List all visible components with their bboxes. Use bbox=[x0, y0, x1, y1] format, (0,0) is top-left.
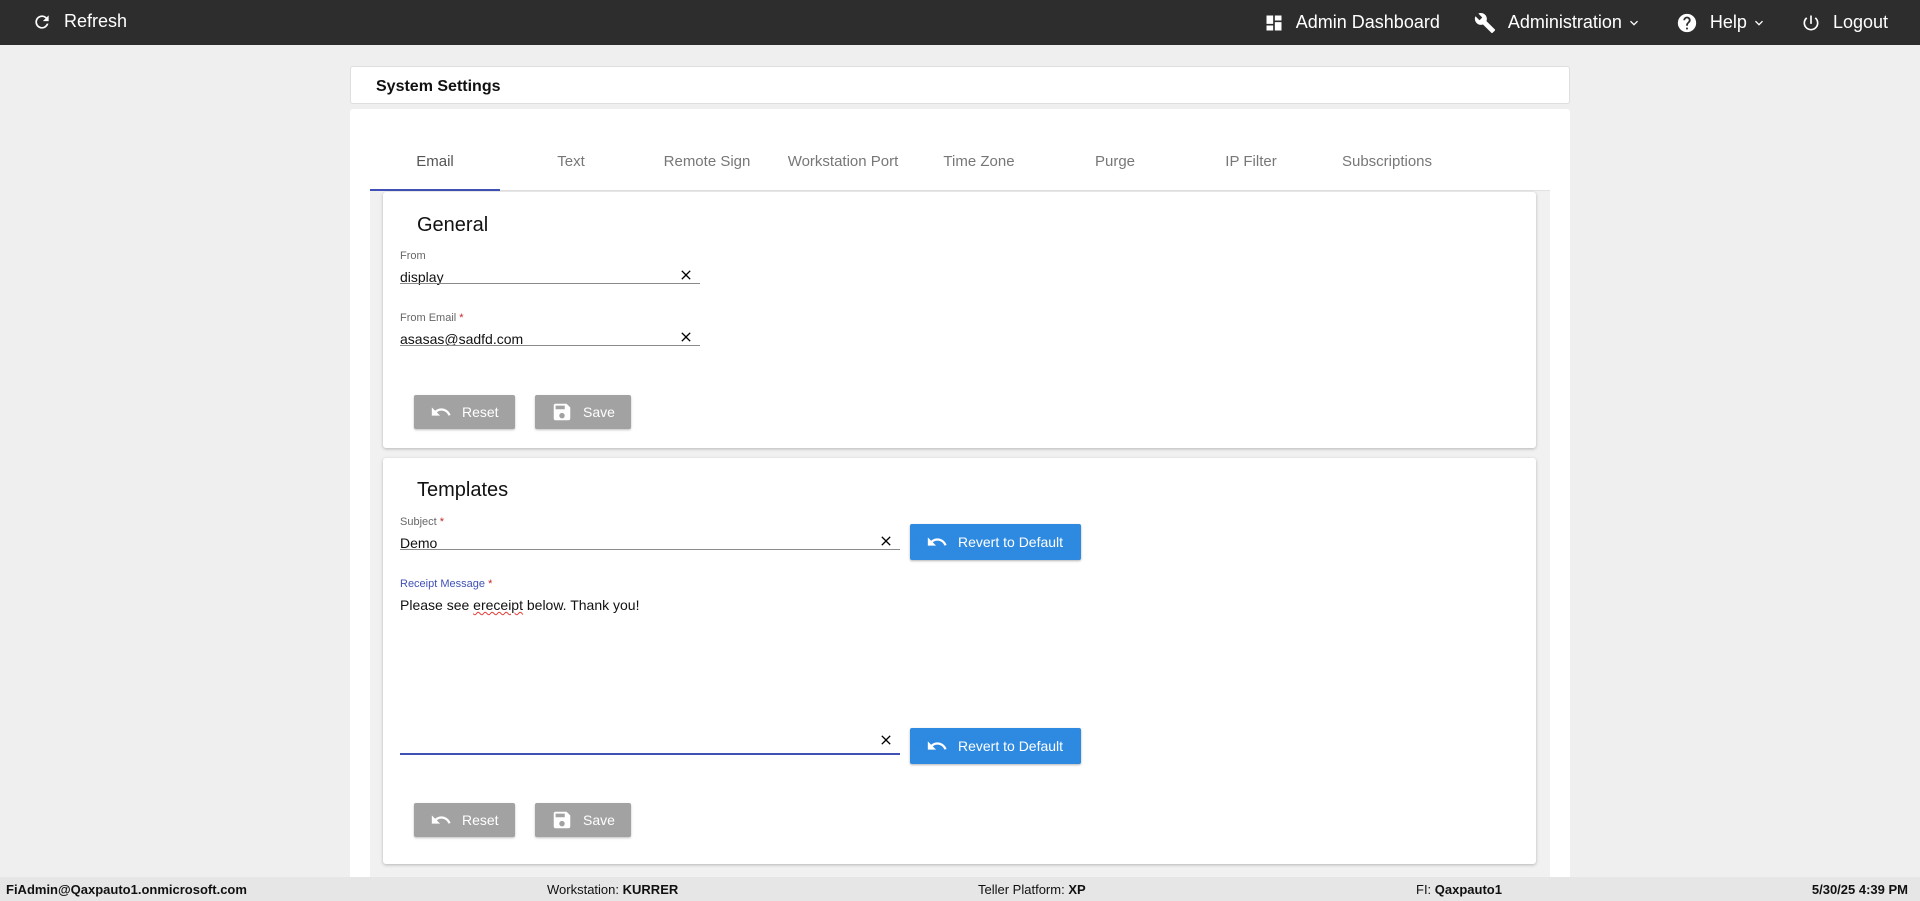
general-section: General From display From Email * asasas… bbox=[383, 192, 1536, 448]
receipt-message-value[interactable]: Please see ereceipt below. Thank you! bbox=[400, 597, 639, 613]
tab-workstation-port[interactable]: Workstation Port bbox=[778, 133, 908, 190]
status-user: FiAdmin@Qaxpauto1.onmicrosoft.com bbox=[6, 882, 247, 897]
power-icon bbox=[1803, 15, 1819, 30]
subject-field[interactable]: Subject * Demo bbox=[400, 516, 900, 551]
save-icon bbox=[553, 811, 571, 829]
receipt-message-field[interactable]: Receipt Message * Please see ereceipt be… bbox=[400, 578, 900, 755]
reset-label: Reset bbox=[462, 404, 499, 420]
revert-label: Revert to Default bbox=[958, 738, 1064, 754]
subject-label: Subject * bbox=[400, 516, 445, 528]
subject-underline bbox=[400, 549, 900, 550]
save-icon bbox=[553, 403, 571, 421]
status-fi: FI: Qaxpauto1 bbox=[1416, 882, 1502, 897]
close-icon[interactable] bbox=[878, 533, 894, 549]
tab-remote-sign[interactable]: Remote Sign bbox=[642, 133, 772, 190]
templates-save-button[interactable]: Save bbox=[535, 803, 631, 837]
wrench-icon bbox=[1474, 12, 1495, 33]
receipt-message-underline bbox=[400, 753, 900, 755]
refresh-label: Refresh bbox=[64, 11, 128, 31]
undo-icon bbox=[431, 815, 451, 824]
templates-reset-button[interactable]: Reset bbox=[414, 803, 515, 837]
dashboard-icon bbox=[1266, 15, 1282, 30]
templates-section: Templates Subject * Demo Revert to Defau… bbox=[383, 458, 1536, 864]
help-menu[interactable]: Help bbox=[1676, 12, 1767, 34]
tab-subscriptions[interactable]: Subscriptions bbox=[1322, 133, 1452, 190]
tab-time-zone[interactable]: Time Zone bbox=[914, 133, 1044, 190]
general-title: General bbox=[417, 214, 489, 236]
from-email-label: From Email * bbox=[400, 312, 464, 324]
tab-purge[interactable]: Purge bbox=[1050, 133, 1180, 190]
close-icon[interactable] bbox=[678, 329, 694, 345]
from-label: From bbox=[400, 250, 426, 262]
status-teller-platform: Teller Platform: XP bbox=[978, 882, 1086, 897]
from-email-underline bbox=[400, 345, 700, 346]
receipt-message-revert-button[interactable]: Revert to Default bbox=[910, 728, 1081, 764]
undo-icon bbox=[431, 407, 451, 416]
templates-title: Templates bbox=[417, 479, 509, 501]
refresh-button[interactable]: Refresh bbox=[32, 11, 127, 32]
status-datetime: 5/30/25 4:39 PM bbox=[1811, 882, 1908, 897]
administration-menu[interactable]: Administration bbox=[1474, 12, 1642, 34]
tab-text[interactable]: Text bbox=[506, 133, 636, 190]
from-field[interactable]: From display bbox=[400, 250, 700, 285]
admin-dashboard-label: Admin Dashboard bbox=[1295, 12, 1440, 32]
administration-label: Administration bbox=[1507, 12, 1622, 32]
chevron-down-icon bbox=[1754, 20, 1763, 26]
top-navbar: Refresh Admin Dashboard Administration H… bbox=[0, 0, 1920, 45]
general-reset-button[interactable]: Reset bbox=[414, 395, 515, 429]
reset-label: Reset bbox=[462, 812, 499, 828]
logout-label: Logout bbox=[1832, 12, 1888, 32]
close-icon[interactable] bbox=[678, 267, 694, 283]
status-workstation: Workstation: KURRER bbox=[547, 882, 679, 897]
undo-icon bbox=[927, 741, 947, 750]
logout-button[interactable]: Logout bbox=[1801, 12, 1888, 33]
chevron-down-icon bbox=[1629, 20, 1638, 26]
receipt-message-label: Receipt Message * bbox=[400, 578, 493, 590]
settings-card: Email Text Remote Sign Workstation Port … bbox=[350, 109, 1570, 879]
undo-icon bbox=[927, 537, 947, 546]
save-label: Save bbox=[583, 812, 615, 828]
subject-revert-button[interactable]: Revert to Default bbox=[910, 524, 1081, 560]
status-bar: FiAdmin@Qaxpauto1.onmicrosoft.com Workst… bbox=[0, 877, 1920, 901]
refresh-icon bbox=[35, 14, 49, 29]
settings-tabs: Email Text Remote Sign Workstation Port … bbox=[370, 133, 1550, 191]
admin-dashboard-link[interactable]: Admin Dashboard bbox=[1264, 12, 1440, 33]
revert-label: Revert to Default bbox=[958, 534, 1064, 550]
general-save-button[interactable]: Save bbox=[535, 395, 631, 429]
help-label: Help bbox=[1709, 12, 1747, 32]
page-title: System Settings bbox=[376, 78, 501, 95]
tab-email[interactable]: Email bbox=[370, 133, 500, 191]
tab-ip-filter[interactable]: IP Filter bbox=[1186, 133, 1316, 190]
close-icon[interactable] bbox=[878, 732, 894, 748]
from-email-field[interactable]: From Email * asasas@sadfd.com bbox=[400, 312, 700, 347]
from-underline bbox=[400, 283, 700, 284]
save-label: Save bbox=[583, 404, 615, 420]
page-header: System Settings bbox=[350, 66, 1570, 104]
help-icon bbox=[1677, 13, 1697, 32]
